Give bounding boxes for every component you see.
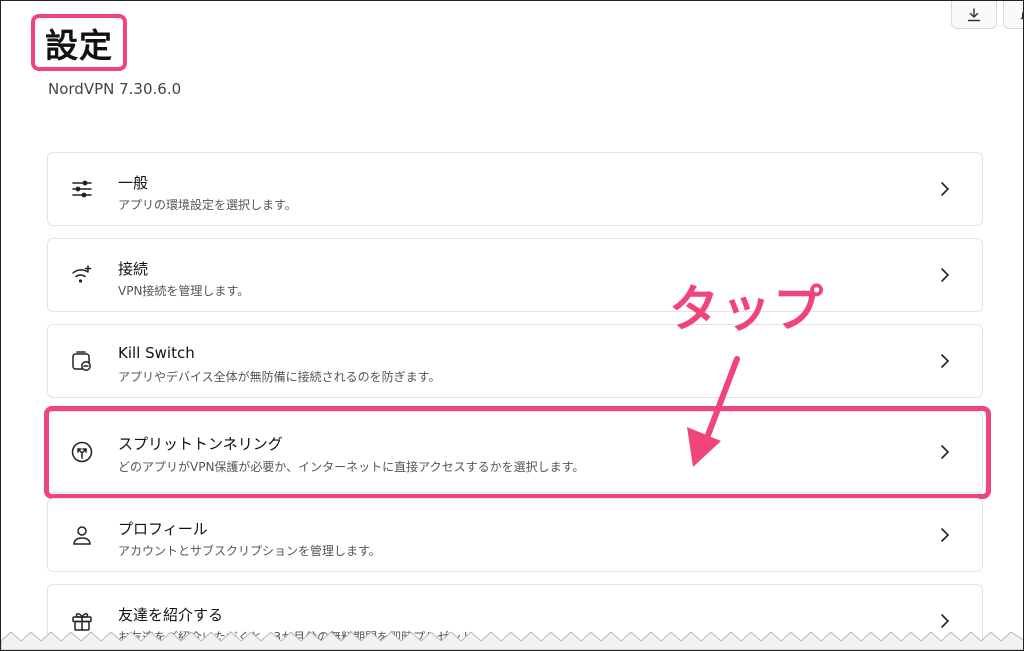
- chevron-right-icon: [941, 614, 950, 628]
- settings-item-desc: アカウントとサブスクリプションを管理します。: [118, 544, 381, 558]
- app-version: NordVPN 7.30.6.0: [48, 80, 182, 98]
- settings-item-label: 接続: [118, 260, 149, 278]
- settings-item-label: スプリットトンネリング: [118, 435, 283, 453]
- settings-item-label: 一般: [118, 174, 149, 192]
- chevron-right-icon: [941, 445, 950, 459]
- settings-item-desc: アプリの環境設定を選択します。: [118, 198, 297, 212]
- split-tunnel-icon: [70, 440, 94, 464]
- settings-item-split-tunneling[interactable]: スプリットトンネリング どのアプリがVPN保護が必要か、インターネットに直接アク…: [47, 411, 983, 493]
- sliders-icon: [70, 177, 94, 201]
- torn-edge-decoration: [1, 632, 1023, 650]
- settings-item-profile[interactable]: プロフィール アカウントとサブスクリプションを管理します。: [47, 498, 983, 572]
- settings-item-label: Kill Switch: [118, 344, 195, 362]
- chevron-right-icon: [941, 354, 950, 368]
- chevron-right-icon: [941, 182, 950, 196]
- gift-icon: [70, 609, 94, 633]
- profile-icon: [70, 523, 94, 547]
- bell-icon: [1020, 10, 1023, 19]
- settings-item-desc: VPN接続を管理します。: [118, 284, 250, 298]
- annotation-arrow-icon: [687, 356, 740, 467]
- settings-window: 設定 NordVPN 7.30.6.0 一般 アプリの環境設定を選択します。 接…: [0, 0, 1024, 651]
- settings-item-label: プロフィール: [118, 520, 208, 538]
- settings-item-label: 友達を紹介する: [118, 606, 224, 624]
- download-icon: [967, 7, 981, 21]
- chevron-right-icon: [941, 528, 950, 542]
- kill-switch-icon: [70, 349, 94, 373]
- notification-button[interactable]: [1003, 1, 1023, 29]
- settings-item-general[interactable]: 一般 アプリの環境設定を選択します。: [47, 152, 983, 226]
- chevron-right-icon: [941, 268, 950, 282]
- page-title-highlight: 設定: [31, 14, 127, 71]
- page-title: 設定: [45, 25, 113, 65]
- tap-annotation-text: タップ: [669, 280, 825, 338]
- download-button[interactable]: [951, 1, 997, 29]
- settings-item-desc: どのアプリがVPN保護が必要か、インターネットに直接アクセスするかを選択します。: [118, 460, 585, 474]
- settings-item-connection[interactable]: 接続 VPN接続を管理します。: [47, 238, 983, 312]
- settings-item-kill-switch[interactable]: Kill Switch アプリやデバイス全体が無防備に接続されるのを防ぎます。: [47, 324, 983, 398]
- wifi-sparkle-icon: [70, 263, 94, 287]
- settings-item-desc: アプリやデバイス全体が無防備に接続されるのを防ぎます。: [118, 370, 441, 384]
